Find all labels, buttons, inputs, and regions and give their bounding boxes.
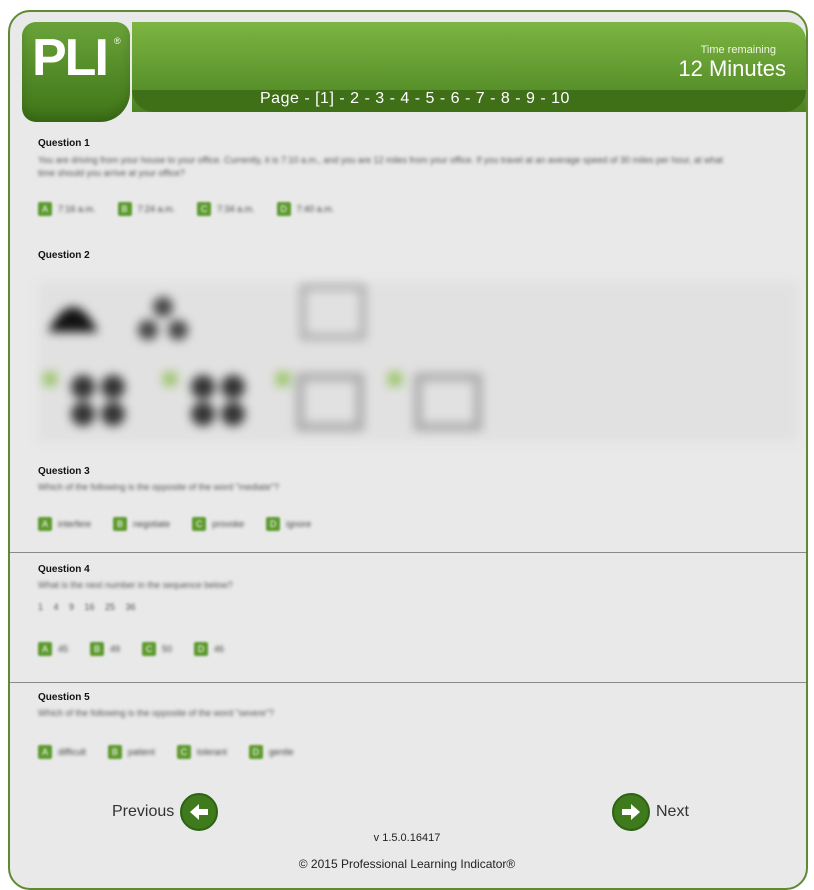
option-key[interactable]: B <box>113 517 128 531</box>
page-link-3[interactable]: 3 <box>375 90 384 107</box>
logo-text: PLI <box>32 29 109 87</box>
option-label: provoke <box>212 519 245 529</box>
option-key[interactable]: A <box>38 202 52 216</box>
question-5-text: Which of the following is the opposite o… <box>38 708 275 718</box>
option-label: 7:16 a.m. <box>58 204 96 214</box>
question-4-sequence: 1 4 9 16 25 36 <box>38 602 136 612</box>
question-4-option-a[interactable]: A 45 <box>38 642 68 656</box>
page-link-4[interactable]: 4 <box>400 90 409 107</box>
question-1-text: You are driving from your house to your … <box>38 155 724 178</box>
question-1-option-b[interactable]: B 7:24 a.m. <box>117 202 176 216</box>
header: PLI ® Time remaining 12 Minutes Page - [… <box>10 12 806 122</box>
question-3-title: Question 3 <box>38 466 90 477</box>
question-1-option-c[interactable]: C 7:34 a.m. <box>197 202 255 216</box>
option-key[interactable]: D <box>248 745 263 759</box>
copyright-text: © 2015 Professional Learning Indicator® <box>298 857 516 871</box>
page-link-current[interactable]: [1] <box>315 90 334 107</box>
question-4-text: What is the next number in the sequence … <box>38 580 233 590</box>
option-label: interfere <box>58 519 92 529</box>
next-button[interactable]: Next <box>612 793 689 831</box>
page-link-10[interactable]: 10 <box>551 90 570 107</box>
option-label: 7:34 a.m. <box>217 204 255 214</box>
question-5-option-d[interactable]: Dgentle <box>248 745 294 759</box>
question-3-option-b[interactable]: Bnegotiate <box>113 517 170 531</box>
question-4-option-b[interactable]: B 49 <box>90 642 120 656</box>
question-3-text: Which of the following is the opposite o… <box>38 482 280 492</box>
arrow-left-icon[interactable] <box>180 793 219 831</box>
question-5-title: Question 5 <box>38 692 90 703</box>
next-label[interactable]: Next <box>656 803 689 821</box>
option-key[interactable]: A <box>38 745 52 759</box>
option-label: 7:40 a.m. <box>296 204 335 214</box>
option-label: 46 <box>214 644 225 654</box>
question-4-option-c[interactable]: C 50 <box>142 642 172 656</box>
option-label: difficult <box>58 747 86 757</box>
page-navigation: Page - [1] - 2 - 3 - 4 - 5 - 6 - 7 - 8 -… <box>260 90 570 107</box>
time-remaining-label: Time remaining <box>700 44 776 56</box>
option-key[interactable]: A <box>38 642 52 656</box>
page-link-8[interactable]: 8 <box>501 90 510 107</box>
question-5-options: Adifficult Bpatient Ctolerant Dgentle <box>38 745 293 759</box>
arrow-right-icon[interactable] <box>612 793 650 831</box>
page-link-6[interactable]: 6 <box>451 90 460 107</box>
option-key[interactable]: B <box>107 745 122 759</box>
question-5-option-b[interactable]: Bpatient <box>107 745 155 759</box>
previous-label[interactable]: Previous <box>112 803 174 821</box>
question-5-option-a[interactable]: Adifficult <box>38 745 86 759</box>
option-label: ignore <box>286 519 312 529</box>
divider <box>10 552 806 553</box>
option-label: patient <box>127 747 155 757</box>
question-2-figure-puzzle <box>38 282 798 442</box>
option-key[interactable]: B <box>117 202 132 216</box>
option-label: 49 <box>110 644 121 654</box>
page-link-7[interactable]: 7 <box>476 90 485 107</box>
question-3-options: Ainterfere Bnegotiate Cprovoke Dignore <box>38 517 311 531</box>
main-frame: PLI ® Time remaining 12 Minutes Page - [… <box>8 10 808 890</box>
option-key[interactable]: D <box>276 202 291 216</box>
pager-prefix: Page - <box>260 90 316 107</box>
option-label: 7:24 a.m. <box>137 204 176 214</box>
question-5-option-c[interactable]: Ctolerant <box>176 745 227 759</box>
time-remaining-value: 12 Minutes <box>678 56 786 81</box>
option-key[interactable]: B <box>90 642 105 656</box>
question-2-title: Question 2 <box>38 250 90 261</box>
option-key[interactable]: C <box>197 202 212 216</box>
question-3-option-c[interactable]: Cprovoke <box>192 517 244 531</box>
question-1-title: Question 1 <box>38 138 90 149</box>
question-3-option-d[interactable]: Dignore <box>266 517 311 531</box>
page-link-2[interactable]: 2 <box>350 90 359 107</box>
option-key[interactable]: C <box>192 517 207 531</box>
pli-logo: PLI ® <box>22 22 130 122</box>
question-4-options: A 45 B 49 C 50 D 46 <box>38 642 224 656</box>
question-4-option-d[interactable]: D 46 <box>194 642 224 656</box>
option-label: 50 <box>162 644 173 654</box>
logo-registered-mark: ® <box>114 36 121 46</box>
question-4-title: Question 4 <box>38 564 90 575</box>
page-link-9[interactable]: 9 <box>526 90 535 107</box>
option-key[interactable]: D <box>194 642 209 656</box>
option-key[interactable]: C <box>176 745 191 759</box>
option-label: 45 <box>58 644 69 654</box>
question-1-option-d[interactable]: D 7:40 a.m. <box>276 202 335 216</box>
option-key[interactable]: A <box>38 517 52 531</box>
option-key[interactable]: D <box>266 517 281 531</box>
question-1-option-a[interactable]: A 7:16 a.m. <box>38 202 96 216</box>
version-text: v 1.5.0.16417 <box>373 832 441 844</box>
option-key[interactable]: C <box>142 642 157 656</box>
question-1-options: A 7:16 a.m. B 7:24 a.m. C 7:34 a.m. D 7:40 a… <box>38 202 334 216</box>
option-label: tolerant <box>196 747 227 757</box>
previous-button[interactable]: Previous <box>112 793 219 831</box>
page-link-5[interactable]: 5 <box>425 90 434 107</box>
option-label: gentle <box>268 747 294 757</box>
option-label: negotiate <box>133 519 171 529</box>
divider <box>10 682 806 683</box>
question-3-option-a[interactable]: Ainterfere <box>38 517 91 531</box>
